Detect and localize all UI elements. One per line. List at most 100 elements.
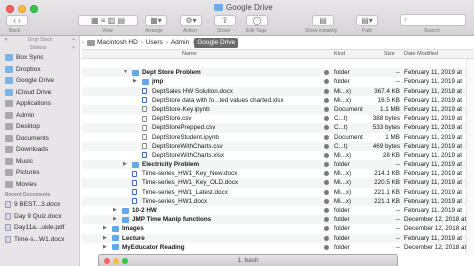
applications-icon <box>5 100 13 108</box>
file-kind: C...t) <box>334 142 348 150</box>
crumb-admin[interactable]: Admin <box>168 38 192 48</box>
file-row[interactable]: Time-series_HW1.docx Mi...x) 221.1 KB Febru… <box>82 196 474 206</box>
disclosure-closed-icon[interactable]: ▶ <box>133 77 137 86</box>
movies-icon <box>5 180 13 188</box>
edit-tags-label: Edit Tags <box>246 28 267 34</box>
column-date-modified[interactable]: Date Modified <box>404 51 438 57</box>
documents-icon <box>5 134 13 142</box>
file-row[interactable]: DeptStore-Key.ipynb Document 1.1 MB Februar… <box>82 104 474 115</box>
drop-stack-add-icon[interactable]: + <box>72 37 75 43</box>
file-row[interactable]: DeptStoreStudent.ipynb Document 1 MB Februa… <box>82 133 474 142</box>
minimize-button[interactable] <box>18 5 26 13</box>
arrange-button[interactable]: ▦▾ <box>145 15 167 26</box>
close-button[interactable] <box>6 5 14 13</box>
share-button[interactable]: ⇪ <box>214 15 236 26</box>
zoom-button[interactable] <box>30 5 38 13</box>
disclosure-closed-icon[interactable]: ▶ <box>123 160 127 169</box>
disclosure-closed-icon[interactable]: ▶ <box>103 243 107 252</box>
file-row[interactable]: DeptStorePrepped.csv C...t) 533 bytes Febru… <box>82 123 474 133</box>
file-size: -- <box>395 243 400 251</box>
file-kind: Mi...x) <box>334 87 352 95</box>
folder-row[interactable]: ▶ jmp folder -- February 11, 2019 at <box>82 77 474 86</box>
file-row[interactable]: DeptStoreWithCharts.xlsx Mi...x) 28 KB Febr… <box>82 151 474 160</box>
file-row[interactable]: DeptSales HW Solution.docx Mi...x) 367.4 K… <box>82 86 474 96</box>
column-kind[interactable]: Kind <box>334 51 345 57</box>
file-row[interactable]: Time-series_HW1_Key_New.docx Mi...x) 214.1… <box>82 169 474 178</box>
sidebar-add-icon[interactable]: + <box>72 45 75 51</box>
view-buttons[interactable]: ▦ ≡ ▥ ▤ <box>78 15 138 26</box>
terminal-window[interactable]: 1. bash <box>98 254 398 266</box>
path-button[interactable]: ▤▾ <box>356 15 378 26</box>
sidebar-item-downloads[interactable]: Downloads <box>0 144 79 156</box>
file-kind: folder <box>334 243 350 251</box>
column-size[interactable]: Size <box>384 51 395 57</box>
show-instantly-button[interactable]: ▤ <box>312 15 334 26</box>
folder-row[interactable]: ▶ 10-2 HW folder -- February 11, 2019 at <box>82 206 474 215</box>
search-input[interactable]: ⌕ <box>400 14 466 26</box>
sidebar-item-dropbox[interactable]: Dropbox <box>0 64 79 76</box>
folder-row[interactable]: ▶ JMP Time Manip functions folder -- Decembe… <box>82 215 474 225</box>
sidebar-item-pictures[interactable]: Pictures <box>0 167 79 179</box>
file-row[interactable]: DeptStore.csv C...t) 388 bytes February 11,… <box>82 114 474 123</box>
folder-icon <box>132 161 139 168</box>
sidebar-item-documents[interactable]: Documents <box>0 133 79 145</box>
recent-document-item[interactable]: Day11a...uide.pdf <box>0 222 79 234</box>
folder-icon <box>214 4 223 11</box>
file-row[interactable]: DeptStore data with fo...ted values char… <box>82 96 474 105</box>
sidebar-item-desktop[interactable]: Desktop <box>0 121 79 133</box>
back-forward-button[interactable]: ‹ › <box>6 15 28 26</box>
recent-document-item[interactable]: Time-s...W1.docx <box>0 234 79 246</box>
document-icon <box>132 179 137 186</box>
sidebar-item-box-sync[interactable]: Box Sync <box>0 52 79 64</box>
toolbar: Google Drive ‹ › Back ▦ ≡ ▥ ▤ View ▦▾ Ar… <box>0 0 474 36</box>
folder-row[interactable]: ▶ MyEducator Reading folder -- December 12, … <box>82 243 474 252</box>
disclosure-open-icon[interactable]: ▼ <box>123 68 128 77</box>
folder-icon <box>112 244 119 251</box>
file-name: DeptStorePrepped.csv <box>152 124 216 132</box>
sidebar-item-music[interactable]: Music <box>0 156 79 168</box>
sync-status-icon <box>324 217 329 223</box>
file-kind: folder <box>334 207 350 214</box>
disclosure-closed-icon[interactable]: ▶ <box>103 234 107 243</box>
scrollbar[interactable] <box>466 59 474 254</box>
folder-row[interactable]: ▼ Dept Store Problem folder -- February 11, … <box>82 68 474 78</box>
file-size: 214.1 KB <box>374 170 400 178</box>
sidebar-item-label: Desktop <box>16 123 40 131</box>
file-row[interactable]: Time-series_HW1_Key_OLD.docx Mi...x) 220.5… <box>82 178 474 188</box>
edit-tags-button[interactable]: ◯ <box>246 15 268 26</box>
sidebar-item-admin[interactable]: Admin <box>0 110 79 122</box>
disclosure-closed-icon[interactable]: ▶ <box>113 215 117 224</box>
folder-row[interactable]: ▶ Images folder -- December 12, 2018 at <box>82 224 474 233</box>
crumb-macintosh-hd[interactable]: Macintosh HD <box>84 38 141 48</box>
file-date: February 11, 2019 at <box>404 161 462 169</box>
file-row[interactable]: DeptStoreWithCharts.csv C...t) 469 bytes Fe… <box>82 141 474 151</box>
file-icon <box>142 115 147 122</box>
file-kind: C...t) <box>334 115 348 123</box>
folder-icon <box>142 78 149 85</box>
sidebar-item-google-drive[interactable]: Google Drive <box>0 75 79 87</box>
file-name: DeptStoreStudent.ipynb <box>152 133 219 141</box>
sync-status-icon <box>324 235 329 241</box>
disclosure-closed-icon[interactable]: ▶ <box>113 206 117 215</box>
drop-stack[interactable]: ✕ Drop Stack + <box>0 36 79 44</box>
file-size: 1 MB <box>385 133 400 141</box>
column-name[interactable]: Name <box>182 51 197 57</box>
file-name: JMP Time Manip functions <box>132 216 212 224</box>
disclosure-closed-icon[interactable]: ▶ <box>103 224 107 233</box>
drop-stack-close-icon[interactable]: ✕ <box>4 37 8 43</box>
folder-row[interactable]: ▶ Lecture folder -- February 11, 2019 at <box>82 233 474 243</box>
sidebar-item-applications[interactable]: Applications <box>0 98 79 110</box>
crumb-google-drive[interactable]: Google Drive <box>194 38 239 48</box>
file-kind: Mi...x) <box>334 197 352 205</box>
sidebar-item-movies[interactable]: Movies <box>0 179 79 191</box>
crumb-users[interactable]: Users <box>143 38 166 48</box>
recent-document-item[interactable]: 9 BEST...3.docx <box>0 199 79 211</box>
action-button[interactable]: ⚙▾ <box>180 15 202 26</box>
file-row[interactable]: Time-series_HW1_Latest.docx Mi...x) 221.1 … <box>82 188 474 197</box>
document-icon <box>142 97 147 104</box>
recent-document-item[interactable]: Day 9 Quiz.docx <box>0 211 79 223</box>
sidebar-item-icloud-drive[interactable]: iCloud Drive <box>0 87 79 99</box>
folder-row[interactable]: ▶ Electricity Problem folder -- February 11,… <box>82 160 474 170</box>
file-name: Dept Store Problem <box>142 69 201 77</box>
column-header: Name Kind Size Date Modified <box>82 49 474 59</box>
